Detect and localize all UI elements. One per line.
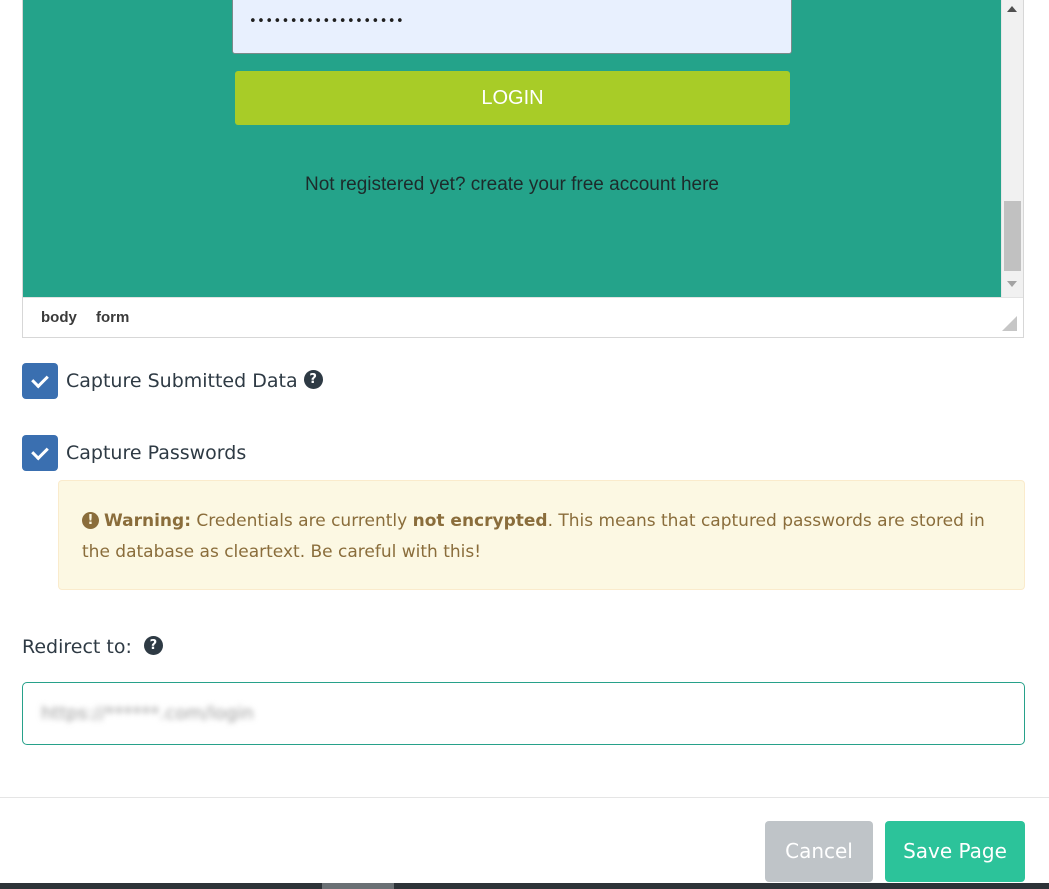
redirect-url-input[interactable]: https://******.com/login: [22, 682, 1025, 745]
save-page-button[interactable]: Save Page: [885, 821, 1025, 882]
warning-title: Warning:: [104, 511, 192, 531]
path-item-form[interactable]: form: [96, 309, 129, 327]
capture-passwords-label: Capture Passwords: [66, 442, 247, 464]
exclamation-circle-icon: !: [82, 512, 99, 529]
question-circle-icon[interactable]: ?: [143, 636, 163, 655]
password-field[interactable]: •••••••••••••••••••: [232, 0, 792, 54]
taskbar-strip-highlight: [322, 883, 394, 889]
redirect-label-text: Redirect to:: [22, 636, 132, 658]
capture-submitted-data-option[interactable]: Capture Submitted Data ?: [22, 363, 323, 399]
question-circle-icon[interactable]: ?: [303, 369, 323, 389]
footer-divider: [0, 797, 1049, 798]
capture-submitted-data-checkbox[interactable]: [22, 363, 58, 399]
path-item-body[interactable]: body: [41, 309, 77, 327]
taskbar-strip: [0, 883, 1049, 889]
cancel-button[interactable]: Cancel: [765, 821, 873, 882]
scroll-down-arrow-icon[interactable]: [1007, 281, 1017, 287]
register-prompt-line: Not registered yet? create your free acc…: [23, 173, 1001, 197]
scroll-thumb[interactable]: [1004, 201, 1021, 271]
checkmark-icon: [31, 370, 49, 389]
register-link[interactable]: create your free account here: [471, 174, 719, 195]
scroll-up-arrow-icon[interactable]: [1007, 6, 1017, 12]
resize-handle-icon[interactable]: [1002, 316, 1017, 331]
redirect-url-value: https://******.com/login: [41, 703, 254, 724]
checkmark-icon: [31, 442, 49, 461]
editor-scrollbar[interactable]: [1001, 0, 1023, 297]
editor-statusbar: body form: [23, 297, 1023, 337]
html-editor[interactable]: ••••••••••••••••••• LOGIN Not registered…: [22, 0, 1024, 338]
warning-alert: ! Warning: Credentials are currently not …: [58, 480, 1025, 590]
register-prompt: Not registered yet?: [304, 174, 466, 195]
capture-passwords-checkbox[interactable]: [22, 435, 58, 471]
capture-passwords-option[interactable]: Capture Passwords: [22, 435, 246, 471]
capture-submitted-data-label: Capture Submitted Data: [66, 370, 298, 392]
warning-emphasis: not encrypted: [412, 511, 548, 531]
redirect-label: Redirect to: ?: [22, 635, 163, 659]
warning-text-before: Credentials are currently: [196, 511, 408, 531]
password-value: •••••••••••••••••••: [249, 14, 405, 29]
edit-landing-page-modal: ••••••••••••••••••• LOGIN Not registered…: [0, 0, 1049, 889]
login-button[interactable]: LOGIN: [235, 71, 790, 125]
editor-preview[interactable]: ••••••••••••••••••• LOGIN Not registered…: [23, 0, 1001, 297]
